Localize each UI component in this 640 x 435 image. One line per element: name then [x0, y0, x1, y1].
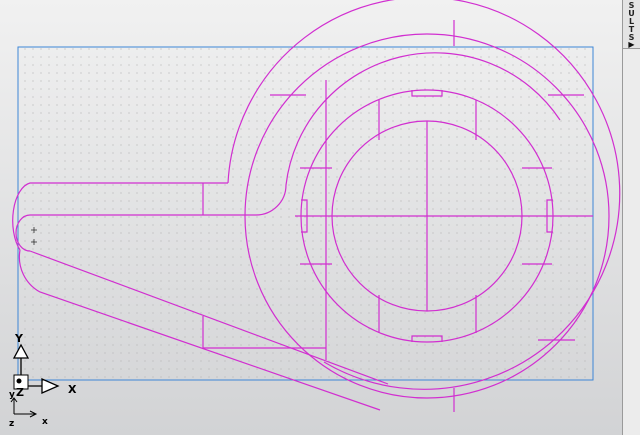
grid-area	[18, 47, 593, 380]
results-side-panel: SULTS ▶	[622, 0, 640, 435]
mini-triad-x-label: x	[42, 417, 48, 427]
results-tab[interactable]: SULTS ▶	[623, 0, 640, 49]
triad-z-label: Z	[16, 386, 24, 399]
results-tab-label: SULTS	[627, 1, 636, 41]
triad-y-label: Y	[14, 332, 24, 345]
drawing-canvas[interactable]: Y X Z y x z	[0, 0, 622, 435]
expand-arrow-icon: ▶	[628, 40, 635, 49]
modeling-viewport[interactable]: Y X Z y x z	[0, 0, 622, 435]
mini-triad-y-label: y	[9, 390, 15, 400]
mini-triad-z-label: z	[9, 419, 14, 429]
triad-origin-dot	[16, 378, 22, 384]
triad-x-label: X	[68, 383, 77, 396]
mini-axis-triad: y x z	[9, 390, 48, 429]
